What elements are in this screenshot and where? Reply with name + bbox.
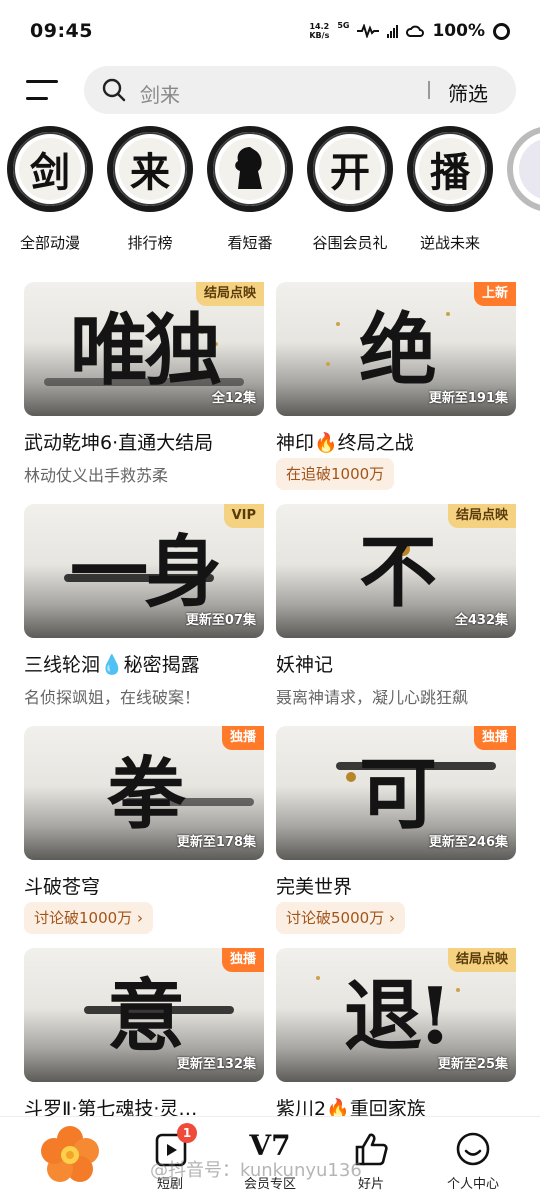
category-label: 二 <box>500 232 540 253</box>
card-tag: 结局点映 <box>447 948 516 972</box>
card-title: 妖神记 <box>276 654 334 676</box>
nav-label: 短剧 <box>156 1177 183 1192</box>
net-speed-unit: KB/s <box>309 31 330 40</box>
filter-button[interactable]: 筛选 <box>448 78 488 107</box>
episode-count: 更新至246集 <box>428 835 508 850</box>
nav-profile[interactable]: 个人中心 <box>428 1117 518 1200</box>
smile-face-icon <box>456 1132 490 1166</box>
card-tag: 独播 <box>221 726 264 750</box>
status-icons: 14.2 KB/s 5G 100% <box>309 21 510 41</box>
category-disc: 播 <box>407 126 493 212</box>
bottom-nav: 1 短剧 V7 会员专区 好片 个人中心 <box>0 1116 540 1200</box>
card-tag: 结局点映 <box>447 504 516 528</box>
net-speed: 14.2 KB/s <box>309 22 329 40</box>
card-title: 完美世界 <box>276 876 353 898</box>
signal-wave-icon <box>357 24 380 38</box>
category-label: 逆战未来 <box>419 234 480 252</box>
do-not-disturb-icon <box>493 22 510 40</box>
category-glyph: 剑 <box>19 138 81 200</box>
search-divider <box>428 81 430 99</box>
signal-bars-icon <box>387 24 399 38</box>
card-title: 斗破苍穹 <box>24 876 101 898</box>
cloud-icon <box>406 25 425 37</box>
discussion-pill[interactable]: 讨论破1000万 › <box>24 902 153 934</box>
nav-short-drama[interactable]: 1 短剧 <box>125 1117 215 1200</box>
silhouette-icon <box>219 138 281 200</box>
battery-text: 100% <box>432 21 485 41</box>
category-label: 全部动漫 <box>19 234 80 252</box>
card-title: 武动乾坤6·直通大结局 <box>24 432 214 454</box>
category-glyph <box>519 138 540 200</box>
episode-count: 更新至07集 <box>185 613 256 628</box>
episode-count: 更新至25集 <box>437 1057 508 1072</box>
category-label: 谷围会员礼 <box>312 234 388 252</box>
search-input[interactable]: 剑来 筛选 <box>84 66 516 114</box>
discussion-pill[interactable]: 讨论破5000万 › <box>276 902 405 934</box>
card-subtitle: 聂离神请求，凝儿心跳狂飙 <box>276 688 469 707</box>
episode-count: 全432集 <box>454 613 508 628</box>
nav-label: 个人中心 <box>446 1177 499 1192</box>
episode-count: 更新至191集 <box>428 391 508 406</box>
status-bar: 09:45 14.2 KB/s 5G 100% <box>0 0 540 62</box>
episode-count: 更新至132集 <box>176 1057 256 1072</box>
card-title: 神印🔥终局之战 <box>276 432 414 454</box>
card-tag: 独播 <box>473 726 516 750</box>
category-label: 看短番 <box>227 234 273 252</box>
episode-count: 全12集 <box>211 391 256 406</box>
category-row: 剑 全部动漫 来 排行榜 看短番 开 谷围会员礼 播 逆战未来 二 <box>0 126 540 266</box>
v7-logo: V7 <box>249 1129 291 1162</box>
flower-logo-icon <box>41 1126 99 1182</box>
network-type: 5G <box>337 20 350 30</box>
search-row: 剑来 筛选 <box>0 62 540 118</box>
category-glyph: 来 <box>119 138 181 200</box>
card-tag: VIP <box>223 504 264 528</box>
category-disc: 剑 <box>7 126 93 212</box>
net-speed-value: 14.2 <box>309 22 330 31</box>
category-disc <box>507 126 540 212</box>
category-disc: 来 <box>107 126 193 212</box>
status-time: 09:45 <box>30 20 93 42</box>
card-subtitle: 名侦探飒姐，在线破案！ <box>24 688 201 707</box>
category-label: 排行榜 <box>127 234 173 252</box>
search-placeholder: 剑来 <box>140 83 180 107</box>
category-glyph: 播 <box>419 138 481 200</box>
popularity-pill: 在追破1000万 <box>276 458 395 490</box>
thumbs-up-icon <box>355 1133 388 1166</box>
nav-vip-zone[interactable]: V7 会员专区 <box>225 1117 315 1200</box>
category-disc <box>207 126 293 212</box>
search-icon <box>102 78 126 102</box>
card-tag: 独播 <box>221 948 264 972</box>
nav-label: 会员专区 <box>243 1177 296 1192</box>
episode-count: 更新至178集 <box>176 835 256 850</box>
card-title: 三线轮洄💧秘密揭露 <box>24 654 200 676</box>
nav-home[interactable] <box>0 1117 99 1200</box>
notification-badge: 1 <box>177 1123 197 1143</box>
category-glyph: 开 <box>319 138 381 200</box>
card-tag: 上新 <box>473 282 516 306</box>
nav-label: 好片 <box>357 1177 384 1192</box>
category-disc: 开 <box>307 126 393 212</box>
nav-good-films[interactable]: 好片 <box>326 1117 416 1200</box>
card-tag: 结局点映 <box>195 282 264 306</box>
card-subtitle: 林动仗义出手救苏柔 <box>24 466 169 485</box>
menu-icon[interactable] <box>26 78 58 102</box>
